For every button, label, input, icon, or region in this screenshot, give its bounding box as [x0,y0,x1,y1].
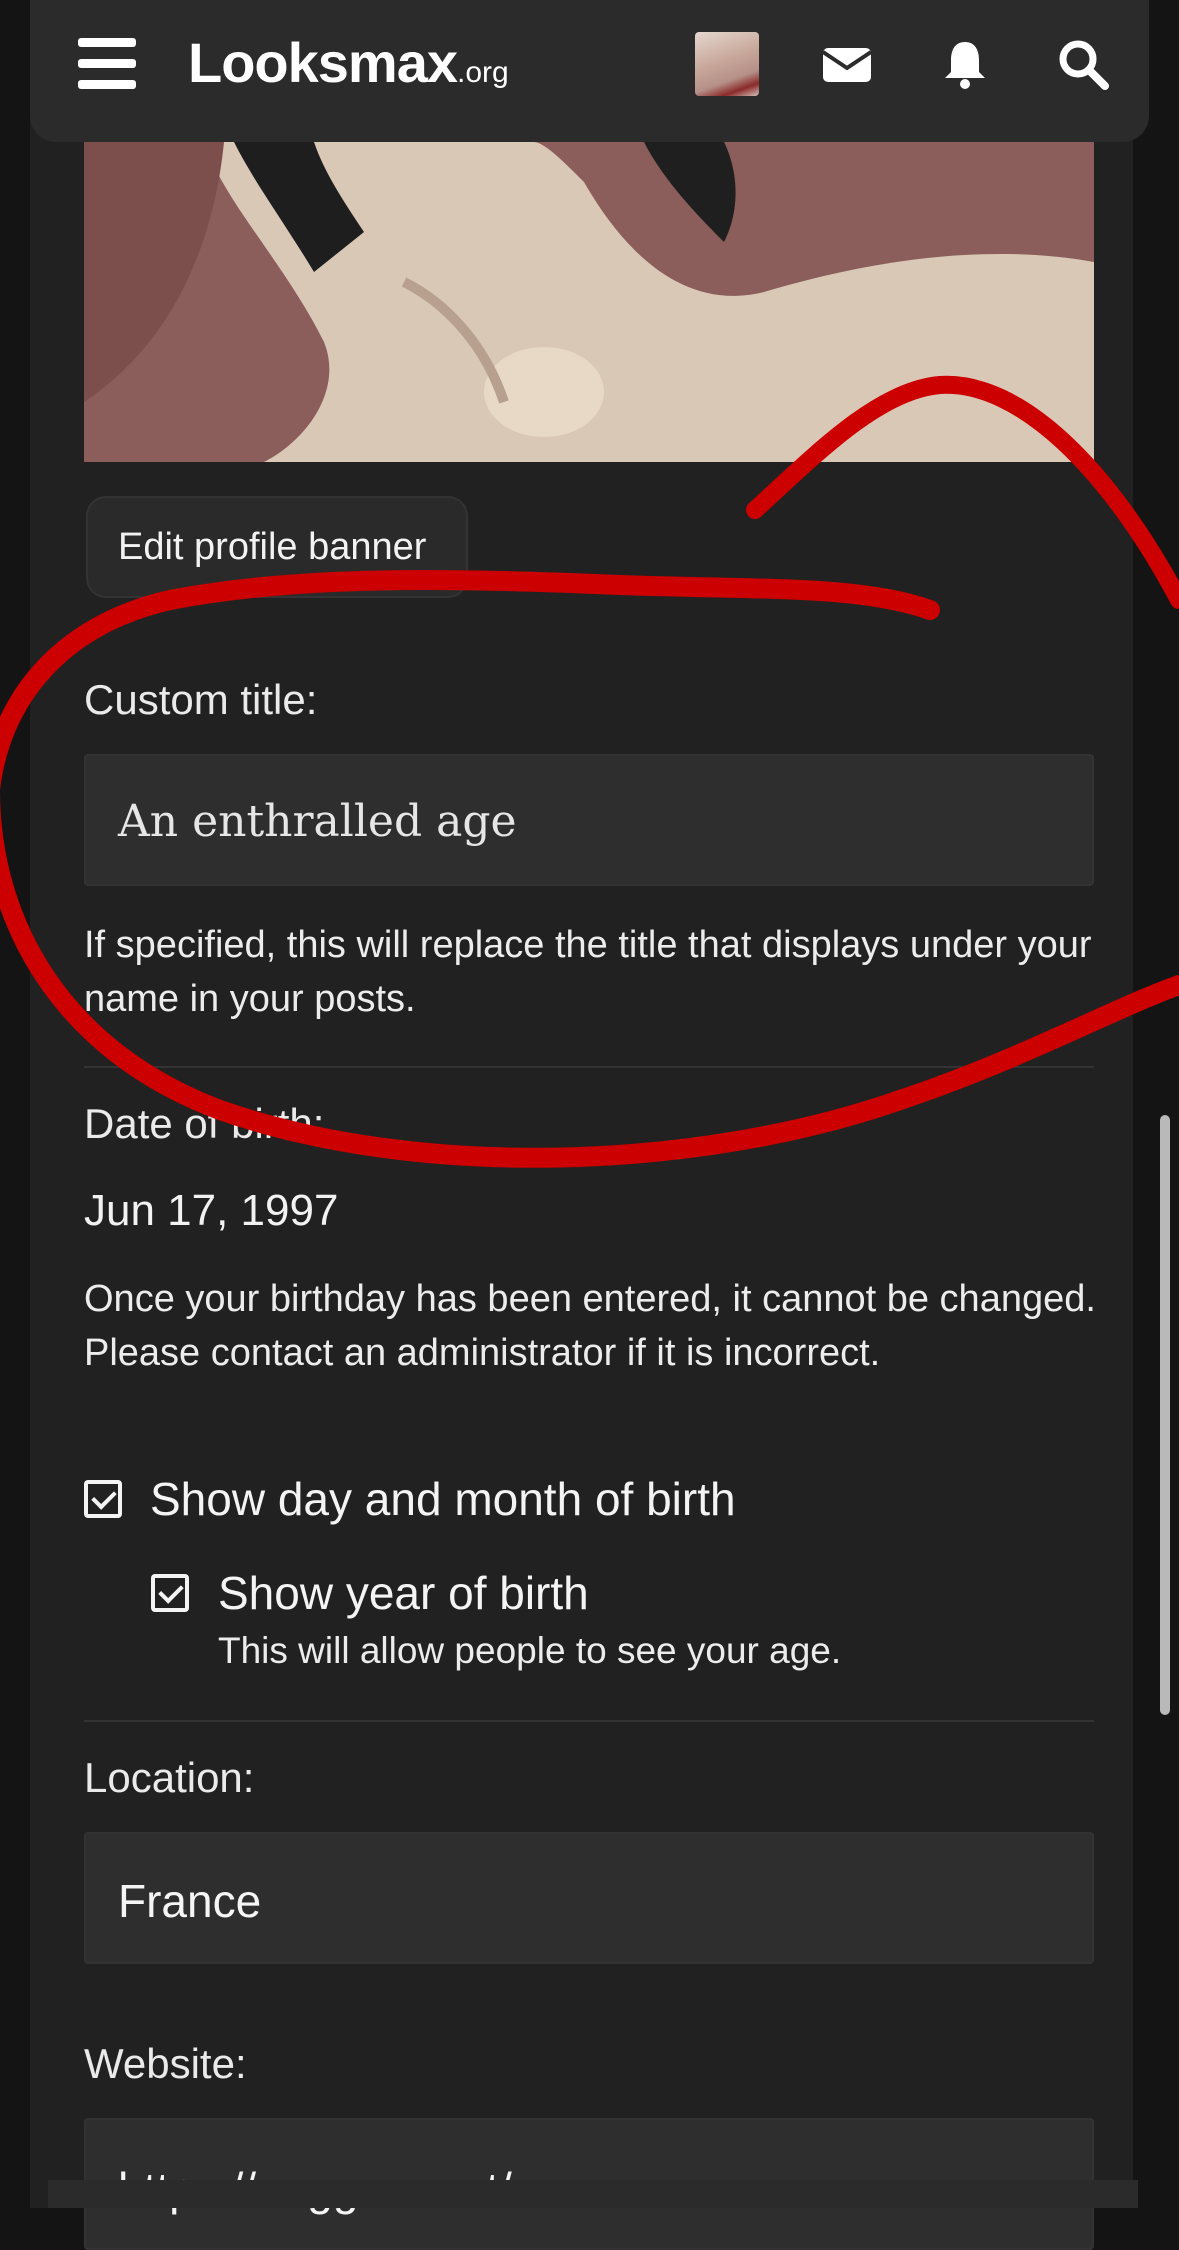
show-day-month-checkbox[interactable] [84,1480,122,1518]
dob-value: Jun 17, 1997 [84,1186,339,1235]
custom-title-hint: If specified, this will replace the titl… [84,924,1092,1020]
website-label: Website: [84,2040,247,2087]
bottom-toolbar-edge [48,2180,1138,2208]
top-navbar: Looksmax.org [30,0,1149,142]
scrollbar[interactable] [1160,1115,1170,1715]
divider [84,1066,1094,1068]
custom-title-label: Custom title: [84,676,318,723]
search-icon[interactable] [1053,34,1113,94]
show-year-hint: This will allow people to see your age. [218,1630,842,1671]
dob-label: Date of birth: [84,1100,325,1147]
bell-icon[interactable] [935,34,995,94]
divider [84,1720,1094,1722]
location-input[interactable]: France [84,1832,1094,1964]
location-label: Location: [84,1754,255,1801]
show-year-checkbox[interactable] [151,1574,189,1612]
logo-suffix: .org [457,56,509,89]
edit-profile-banner-button[interactable]: Edit profile banner [86,496,468,598]
mail-icon[interactable] [817,34,877,94]
menu-icon[interactable] [78,38,136,90]
custom-title-input[interactable]: An enthralled age [84,754,1094,886]
site-logo[interactable]: Looksmax.org [188,30,509,95]
logo-text: Looksmax [188,31,458,94]
show-day-month-label[interactable]: Show day and month of birth [150,1472,736,1526]
dob-hint: Once your birthday has been entered, it … [84,1278,1096,1374]
avatar[interactable] [695,32,759,96]
show-year-label[interactable]: Show year of birth [218,1566,589,1620]
profile-banner-image [84,142,1094,462]
